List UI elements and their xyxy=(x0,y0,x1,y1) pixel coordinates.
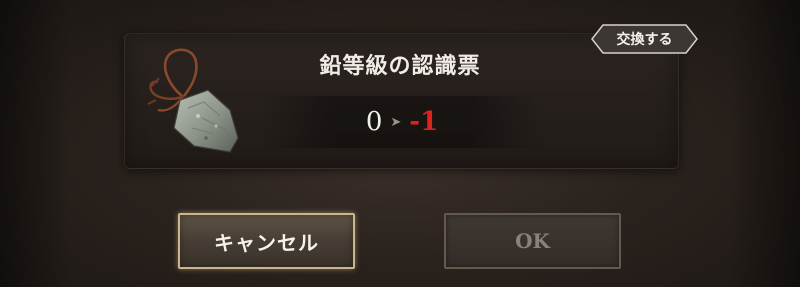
arrow-right-icon: ➤ xyxy=(390,114,402,130)
cancel-button-label: キャンセル xyxy=(214,230,319,255)
right-vignette xyxy=(730,0,800,287)
count-change: 0 ➤ -1 xyxy=(262,96,542,148)
count-current: 0 xyxy=(365,107,383,137)
exchange-button-label: 交換する xyxy=(616,32,673,48)
ok-button[interactable]: OK xyxy=(444,213,621,269)
exchange-confirm-screen: { "dialog": { "item_name": "鉛等級の認識票", "c… xyxy=(0,0,800,287)
count-after: -1 xyxy=(409,107,439,137)
left-vignette xyxy=(0,0,70,287)
cancel-button[interactable]: キャンセル xyxy=(178,213,355,269)
ok-button-label: OK xyxy=(515,229,550,253)
exchange-button[interactable]: 交換する xyxy=(591,24,698,54)
item-name: 鉛等級の認識票 xyxy=(319,53,481,79)
lead-dog-tag-icon xyxy=(132,38,244,158)
